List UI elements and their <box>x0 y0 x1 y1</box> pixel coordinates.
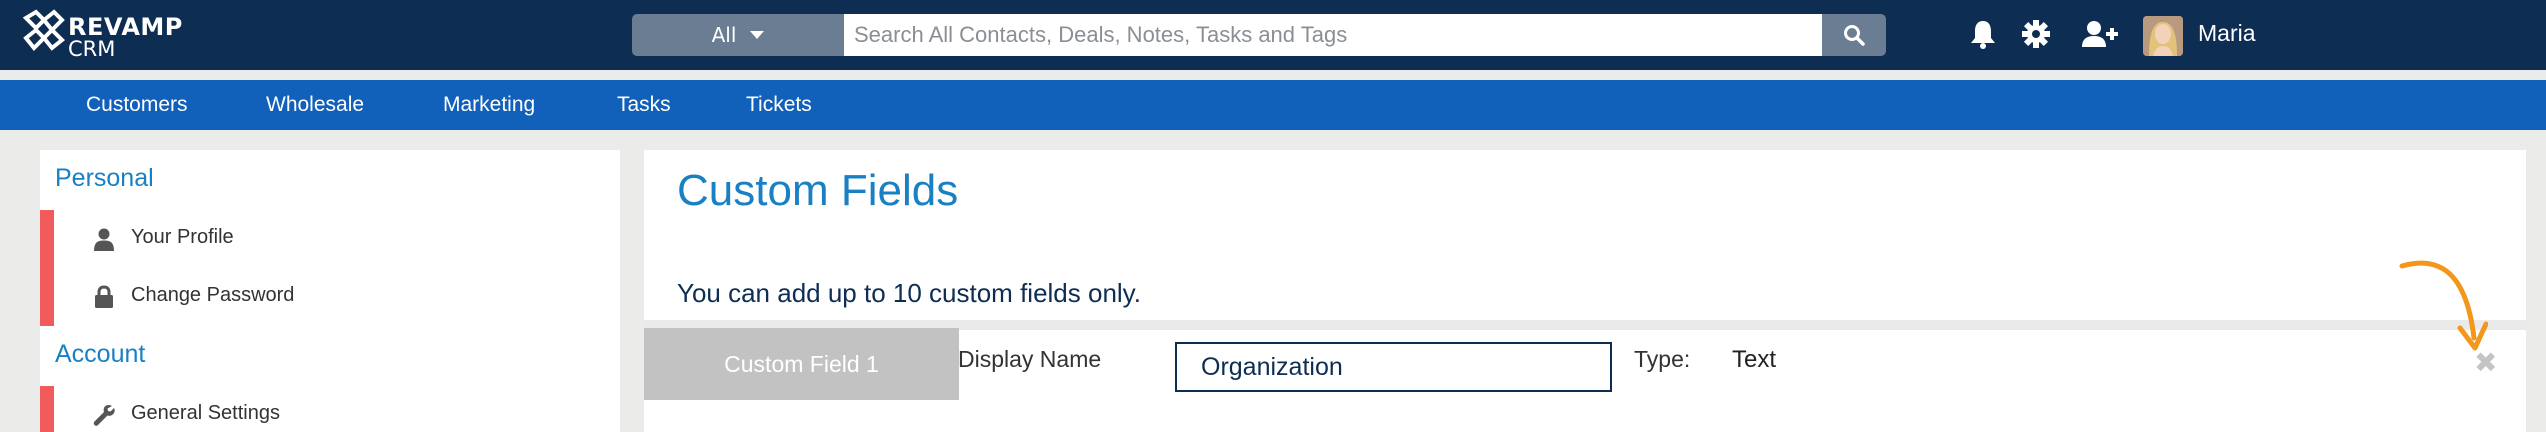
top-bar: REVAMP CRM All Search All Contacts, Deal… <box>0 0 2546 70</box>
search-input-extension[interactable] <box>1456 14 1822 56</box>
sidebar-item-general-settings[interactable]: General Settings <box>40 386 620 432</box>
logo-icon <box>22 9 65 51</box>
add-user-button[interactable] <box>2080 14 2120 54</box>
display-name-label: Display Name <box>958 346 1102 372</box>
sidebar-item-marker <box>40 386 54 432</box>
wrench-icon <box>93 404 115 426</box>
remove-field-icon[interactable]: ✖ <box>2474 346 2497 379</box>
avatar-image <box>2143 16 2183 56</box>
search-input[interactable] <box>844 14 1456 56</box>
custom-field-1-tab[interactable]: Custom Field 1 <box>644 328 959 400</box>
type-label: Type: <box>1634 346 1691 372</box>
sidebar-item-label: General Settings <box>131 402 280 424</box>
sidebar-item-change-password[interactable]: Change Password <box>40 268 620 326</box>
search-icon <box>1844 25 1865 46</box>
nav-item-marketing[interactable]: Marketing <box>443 80 535 130</box>
nav-item-tickets[interactable]: Tickets <box>746 80 812 130</box>
global-search: All <box>632 14 1886 56</box>
settings-button[interactable] <box>2016 14 2056 54</box>
annotation-arrow-icon <box>2399 260 2488 351</box>
sidebar-item-marker <box>40 268 54 326</box>
search-scope-dropdown[interactable]: All <box>632 14 844 56</box>
settings-sidebar: Personal Your Profile Change Password Ac… <box>40 150 620 432</box>
nav-item-customers[interactable]: Customers <box>86 80 188 130</box>
custom-fields-panel: Custom Fields You can add up to 10 custo… <box>644 150 2526 432</box>
sidebar-item-your-profile[interactable]: Your Profile <box>40 210 620 268</box>
custom-field-limit-notice: You can add up to 10 custom fields only. <box>677 278 1141 308</box>
notifications-button[interactable] <box>1963 14 2003 54</box>
lock-icon <box>95 285 113 308</box>
search-button[interactable] <box>1822 14 1886 56</box>
sidebar-heading-personal: Personal <box>55 164 154 192</box>
sidebar-item-label: Your Profile <box>131 226 234 248</box>
main-nav: Customers Wholesale Marketing Tasks Tick… <box>0 80 2546 130</box>
avatar[interactable] <box>2143 16 2183 56</box>
nav-item-tasks[interactable]: Tasks <box>617 80 671 130</box>
display-name-input[interactable] <box>1175 342 1612 392</box>
bell-icon <box>1971 21 1995 49</box>
user-name[interactable]: Maria <box>2198 20 2256 47</box>
sidebar-item-marker <box>40 210 54 268</box>
sidebar-heading-account: Account <box>55 340 146 368</box>
user-icon <box>94 228 114 251</box>
type-value: Text <box>1732 346 1777 373</box>
add-user-icon <box>2082 21 2118 47</box>
search-scope-label: All <box>711 23 737 47</box>
logo-text-line2: CRM <box>68 37 116 61</box>
chevron-down-icon <box>750 31 765 39</box>
sidebar-item-label: Change Password <box>131 284 295 306</box>
nav-item-wholesale[interactable]: Wholesale <box>266 80 364 130</box>
page-title: Custom Fields <box>677 166 959 215</box>
logo[interactable]: REVAMP CRM <box>22 8 192 61</box>
gear-icon <box>2022 20 2050 48</box>
